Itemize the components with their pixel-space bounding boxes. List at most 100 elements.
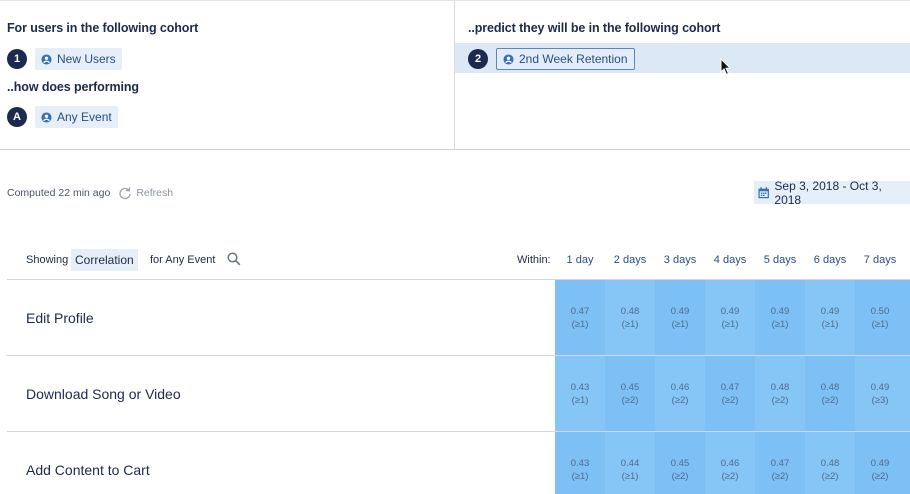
- correlation-value: 0.50: [870, 306, 890, 317]
- day-header-5[interactable]: 5 days: [755, 254, 805, 266]
- correlation-value: 0.46: [670, 382, 690, 393]
- correlation-cell[interactable]: 0.49 (≥2): [855, 457, 905, 483]
- correlation-value: 0.49: [770, 306, 790, 317]
- correlation-count: (≥2): [721, 395, 739, 406]
- correlation-cell[interactable]: 0.48 (≥2): [805, 457, 855, 483]
- event-chip-any-event[interactable]: Any Event: [35, 106, 118, 128]
- correlation-count: (≥2): [871, 471, 889, 482]
- cohort-icon: [503, 53, 514, 65]
- event-chip-label: Any Event: [57, 110, 112, 124]
- correlation-count: (≥2): [771, 471, 789, 482]
- correlation-cell[interactable]: 0.49 (≥1): [755, 305, 805, 331]
- correlation-cell[interactable]: 0.47 (≥1): [555, 305, 605, 331]
- correlation-cell[interactable]: 0.49 (≥3): [855, 381, 905, 407]
- correlation-value: 0.45: [620, 382, 640, 393]
- cohort-number-badge: 2: [468, 49, 488, 69]
- correlation-cell[interactable]: 0.48 (≥1): [605, 305, 655, 331]
- correlation-cell[interactable]: 0.49 (≥1): [805, 305, 855, 331]
- event-row-name[interactable]: Download Song or Video: [26, 386, 181, 402]
- correlation-count: (≥1): [671, 319, 689, 330]
- correlation-count: (≥2): [821, 471, 839, 482]
- query-builder-panel: For users in the following cohort 1 New …: [0, 0, 910, 150]
- correlation-value: 0.47: [720, 382, 740, 393]
- date-range-picker[interactable]: Sep 3, 2018 - Oct 3, 2018: [754, 178, 910, 207]
- within-label: Within:: [517, 254, 551, 266]
- for-event-label: for Any Event: [150, 254, 216, 266]
- correlation-value: 0.49: [870, 458, 890, 469]
- source-cohort-heading: For users in the following cohort: [7, 21, 199, 35]
- mouse-cursor-icon: [720, 58, 732, 76]
- correlation-value: 0.48: [820, 382, 840, 393]
- correlation-cell[interactable]: 0.46 (≥2): [655, 381, 705, 407]
- calendar-icon: [758, 186, 769, 198]
- correlation-count: (≥1): [821, 319, 839, 330]
- correlation-cell[interactable]: 0.48 (≥2): [805, 381, 855, 407]
- target-cohort-row[interactable]: 2 2nd Week Retention: [468, 48, 635, 70]
- event-row[interactable]: A Any Event: [7, 106, 118, 128]
- correlation-count: (≥1): [621, 319, 639, 330]
- day-header-2[interactable]: 2 days: [605, 254, 655, 266]
- correlation-count: (≥1): [571, 471, 589, 482]
- day-header-1[interactable]: 1 day: [555, 254, 605, 266]
- correlation-value: 0.48: [770, 382, 790, 393]
- correlation-cell[interactable]: 0.44 (≥1): [605, 457, 655, 483]
- correlation-cell[interactable]: 0.48 (≥2): [755, 381, 805, 407]
- correlation-cell[interactable]: 0.45 (≥2): [655, 457, 705, 483]
- day-header-6[interactable]: 6 days: [805, 254, 855, 266]
- correlation-value: 0.43: [570, 458, 590, 469]
- search-icon[interactable]: [227, 252, 241, 266]
- correlation-value: 0.49: [670, 306, 690, 317]
- refresh-button[interactable]: Refresh: [118, 186, 173, 200]
- correlation-cell[interactable]: 0.49 (≥1): [655, 305, 705, 331]
- correlation-count: (≥1): [721, 319, 739, 330]
- cohort-chip-new-users[interactable]: New Users: [35, 48, 122, 70]
- correlation-count: (≥2): [671, 471, 689, 482]
- target-cohort-heading: ..predict they will be in the following …: [468, 21, 721, 35]
- correlation-count: (≥2): [621, 395, 639, 406]
- event-row-name[interactable]: Add Content to Cart: [26, 462, 150, 478]
- correlation-cell[interactable]: 0.46 (≥2): [705, 457, 755, 483]
- correlation-count: (≥1): [571, 319, 589, 330]
- computed-status: Computed 22 min ago Refresh: [7, 186, 173, 200]
- correlation-value: 0.47: [570, 306, 590, 317]
- source-cohort-row[interactable]: 1 New Users: [7, 48, 122, 70]
- event-icon: [41, 111, 52, 123]
- cohort-chip-2nd-week-retention[interactable]: 2nd Week Retention: [496, 48, 635, 70]
- correlation-count: (≥1): [871, 319, 889, 330]
- correlation-value: 0.46: [720, 458, 740, 469]
- correlation-cell[interactable]: 0.47 (≥2): [755, 457, 805, 483]
- cohort-icon: [41, 53, 52, 65]
- event-row-name[interactable]: Edit Profile: [26, 310, 94, 326]
- correlation-cell[interactable]: 0.45 (≥2): [605, 381, 655, 407]
- correlation-value: 0.49: [870, 382, 890, 393]
- correlation-cell[interactable]: 0.43 (≥1): [555, 457, 605, 483]
- correlation-count: (≥1): [571, 395, 589, 406]
- correlation-value: 0.48: [620, 306, 640, 317]
- cohort-chip-label: 2nd Week Retention: [519, 52, 628, 66]
- correlation-count: (≥2): [821, 395, 839, 406]
- showing-label: Showing: [26, 254, 69, 266]
- day-header-3[interactable]: 3 days: [655, 254, 705, 266]
- correlation-cell[interactable]: 0.43 (≥1): [555, 381, 605, 407]
- correlation-count: (≥2): [721, 471, 739, 482]
- cohort-number-badge: 1: [7, 49, 27, 69]
- cohort-chip-label: New Users: [57, 52, 116, 66]
- day-header-4[interactable]: 4 days: [705, 254, 755, 266]
- correlation-count: (≥2): [771, 395, 789, 406]
- correlation-count: (≥1): [621, 471, 639, 482]
- correlation-value: 0.48: [820, 458, 840, 469]
- date-range-label: Sep 3, 2018 - Oct 3, 2018: [774, 178, 882, 207]
- correlation-cell[interactable]: 0.50 (≥1): [855, 305, 905, 331]
- correlation-value: 0.44: [620, 458, 640, 469]
- computed-time-text: Computed 22 min ago: [7, 187, 111, 199]
- correlation-cell[interactable]: 0.49 (≥1): [705, 305, 755, 331]
- correlation-value: 0.49: [720, 306, 740, 317]
- correlation-count: (≥2): [671, 395, 689, 406]
- correlation-value: 0.47: [770, 458, 790, 469]
- correlation-count: (≥3): [871, 395, 889, 406]
- correlation-count: (≥1): [771, 319, 789, 330]
- performing-heading: ..how does performing: [7, 80, 139, 94]
- correlation-cell[interactable]: 0.47 (≥2): [705, 381, 755, 407]
- day-header-7[interactable]: 7 days: [855, 254, 905, 266]
- metric-selector[interactable]: Correlation: [71, 249, 138, 271]
